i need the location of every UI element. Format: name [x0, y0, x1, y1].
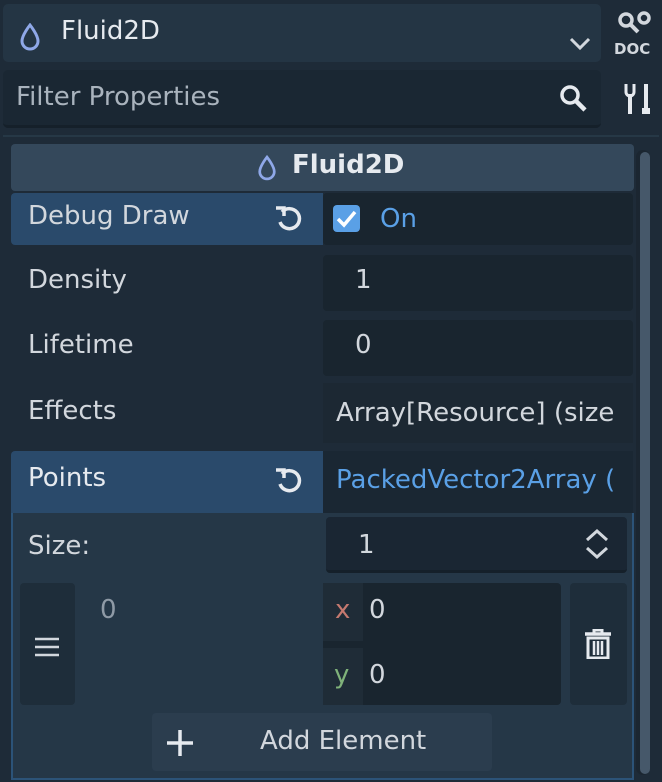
array-size-value: 1	[358, 530, 375, 560]
filter-properties-input[interactable]: Filter Properties	[3, 70, 601, 128]
section-header[interactable]: Fluid2D	[11, 144, 634, 191]
lifetime-label: Lifetime	[28, 330, 134, 360]
fluid-drop-icon	[19, 22, 41, 58]
filter-placeholder: Filter Properties	[16, 82, 221, 112]
element-drag-handle[interactable]	[20, 583, 75, 705]
y-value-input[interactable]: 0	[369, 660, 386, 690]
open-docs-button[interactable]: DOC	[612, 10, 658, 58]
doc-icon-text: DOC	[614, 40, 650, 58]
section-title: Fluid2D	[292, 150, 405, 180]
doc-icon: DOC	[614, 11, 651, 58]
y-axis-letter: y	[334, 660, 350, 690]
revert-icon[interactable]	[274, 466, 304, 501]
fluid-drop-icon	[257, 154, 277, 188]
density-label: Density	[28, 265, 127, 295]
array-size-label: Size:	[28, 531, 91, 561]
search-icon	[559, 84, 587, 119]
points-value: PackedVector2Array (	[336, 465, 616, 495]
add-element-button[interactable]: Add Element	[152, 713, 492, 771]
delete-element-button[interactable]	[570, 583, 627, 705]
tools-button[interactable]	[622, 82, 654, 116]
plus-icon	[165, 728, 195, 765]
effects-label: Effects	[28, 396, 117, 426]
points-label: Points	[28, 463, 107, 493]
chevron-down-icon[interactable]	[569, 28, 591, 58]
scrollbar-thumb[interactable]	[640, 152, 650, 774]
density-value: 1	[355, 265, 372, 295]
tools-icon	[624, 84, 650, 114]
debug-draw-label: Debug Draw	[28, 201, 190, 231]
trash-icon	[584, 628, 612, 666]
node-name: Fluid2D	[61, 16, 160, 46]
debug-draw-field[interactable]	[323, 193, 633, 245]
drag-handle-icon	[34, 634, 60, 664]
element-index: 0	[100, 595, 117, 625]
debug-draw-checkbox[interactable]	[333, 205, 360, 232]
revert-icon[interactable]	[274, 204, 304, 239]
checkmark-icon	[336, 210, 357, 228]
lifetime-value: 0	[355, 330, 372, 360]
debug-draw-value: On	[380, 204, 417, 234]
x-axis-letter: x	[335, 595, 351, 625]
spinner-arrows-icon[interactable]	[584, 528, 610, 567]
add-element-label: Add Element	[260, 726, 427, 756]
effects-value: Array[Resource] (size	[336, 398, 615, 428]
node-selector[interactable]: Fluid2D	[3, 4, 601, 62]
x-value-input[interactable]: 0	[369, 595, 386, 625]
